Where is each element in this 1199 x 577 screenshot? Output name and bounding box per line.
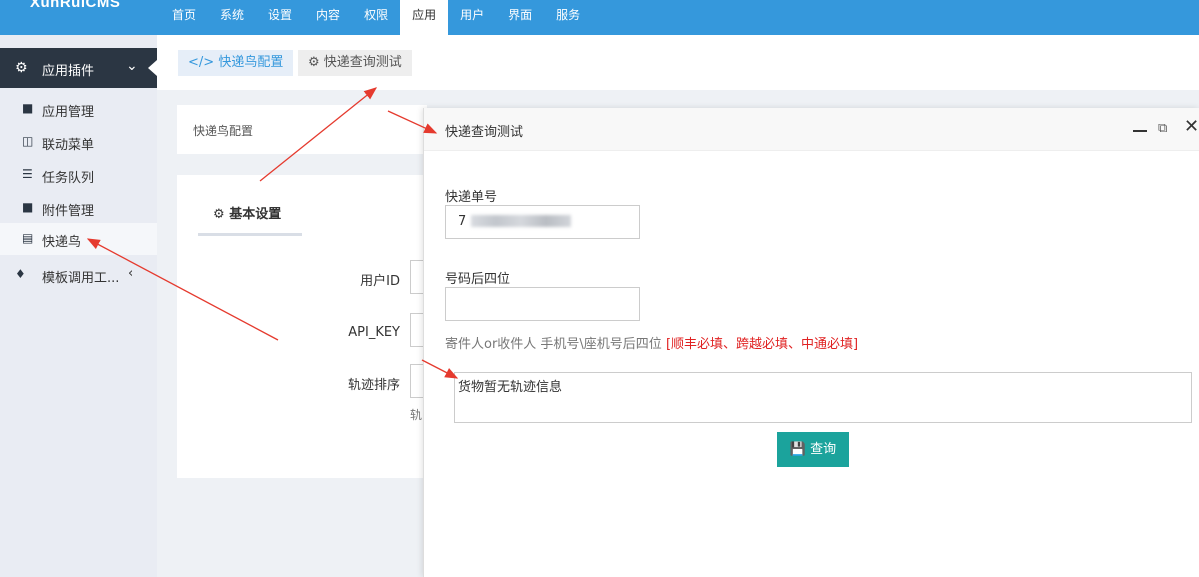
nav-services[interactable]: 服务	[544, 0, 592, 35]
query-button[interactable]: 💾 查询	[777, 432, 849, 467]
sidebar-item-label: 联动菜单	[42, 138, 95, 153]
section-label: 基本设置	[229, 207, 282, 222]
panel-title: 快递鸟配置	[193, 124, 254, 138]
section-title[interactable]: ⚙ 基本设置	[213, 203, 281, 222]
modal-title: 快递查询测试	[445, 125, 524, 140]
result-text: 货物暂无轨迹信息	[458, 380, 563, 395]
redacted-blur	[471, 215, 571, 227]
folder-icon: ■	[22, 200, 34, 214]
result-box[interactable]: 货物暂无轨迹信息	[454, 372, 1192, 423]
nav-interface[interactable]: 界面	[496, 0, 544, 35]
close-icon[interactable]: ✕	[1184, 118, 1199, 136]
tracking-number-label: 快递单号	[445, 190, 498, 205]
gear-icon: ⚙	[213, 207, 225, 222]
top-nav: 首页 系统 设置 内容 权限 应用 用户 界面 服务	[160, 0, 592, 35]
sidebar-item-kdniao[interactable]: ▤ 快递鸟	[0, 223, 157, 255]
save-icon: 💾	[789, 442, 807, 457]
required-carriers: [顺丰必填、跨越必填、中通必填]	[665, 337, 859, 352]
tracking-number-input[interactable]: 7	[445, 205, 640, 239]
code-icon: </>	[188, 55, 215, 70]
phone-hint: 寄件人or收件人 手机号\座机号后四位 [顺丰必填、跨越必填、中通必填]	[445, 333, 858, 352]
chevron-left-icon: ‹	[128, 266, 134, 281]
nav-settings[interactable]: 设置	[256, 0, 304, 35]
phone-last4-input[interactable]	[445, 287, 640, 321]
list-icon: ☰	[22, 167, 33, 181]
table-icon: ▤	[22, 231, 34, 245]
sidebar-item-app-manage[interactable]: ■ 应用管理	[0, 93, 157, 125]
phone-last4-label: 号码后四位	[445, 272, 511, 287]
nav-apps[interactable]: 应用	[400, 0, 449, 35]
tab-kdniao-config[interactable]: </> 快递鸟配置	[178, 50, 294, 76]
sidebar: ⚙ 应用插件 ⌄ ■ 应用管理 ◫ 联动菜单 ☰ 任务队列 ■ 附件管理 ▤ 快…	[0, 35, 157, 577]
tab-label: 快递鸟配置	[218, 55, 284, 70]
sidebar-item-label: 模板调用工...	[42, 271, 120, 286]
folder-icon: ■	[22, 101, 34, 115]
sidebar-group-label: 应用插件	[42, 64, 95, 79]
maximize-icon[interactable]: ⧉	[1158, 122, 1173, 136]
nav-home[interactable]: 首页	[160, 0, 208, 35]
tag-icon: ♦	[15, 267, 26, 281]
sidebar-item-label: 应用管理	[42, 105, 95, 120]
sidebar-item-label: 任务队列	[42, 171, 95, 186]
modal-header: 快递查询测试 ⧉ ✕	[424, 108, 1199, 151]
sidebar-item-attachments[interactable]: ■ 附件管理	[0, 192, 157, 224]
nav-content[interactable]: 内容	[304, 0, 352, 35]
tracking-number-value: 7	[458, 214, 467, 229]
active-notch	[148, 60, 157, 76]
section-underline	[198, 233, 302, 236]
query-button-label: 查询	[810, 442, 837, 457]
phone-hint-text: 寄件人or收件人 手机号\座机号后四位	[445, 337, 666, 352]
sidebar-group-app-plugins[interactable]: ⚙ 应用插件 ⌄	[0, 48, 157, 88]
config-title-panel: 快递鸟配置	[177, 105, 427, 154]
tab-query-test[interactable]: ⚙ 快递查询测试	[298, 50, 412, 76]
nav-system[interactable]: 系统	[208, 0, 256, 35]
puzzle-icon: ⚙	[15, 60, 28, 76]
minimize-icon[interactable]	[1132, 120, 1148, 136]
config-form-panel: ⚙ 基本设置 用户ID API_KEY 轨迹排序 轨	[177, 175, 430, 478]
sidebar-item-label: 快递鸟	[42, 235, 82, 250]
tabs-bar: </> 快递鸟配置 ⚙ 快递查询测试	[157, 35, 1199, 90]
track-sort-hint: 轨	[410, 408, 423, 422]
nav-users[interactable]: 用户	[448, 0, 496, 35]
sidebar-item-task-queue[interactable]: ☰ 任务队列	[0, 159, 157, 191]
field-label-track-sort: 轨迹排序	[347, 378, 400, 393]
sidebar-group-templates[interactable]: ♦ 模板调用工... ‹	[0, 259, 157, 291]
tab-label: 快递查询测试	[323, 55, 402, 70]
columns-icon: ◫	[22, 134, 34, 148]
nav-permissions[interactable]: 权限	[352, 0, 400, 35]
query-test-modal: 快递查询测试 ⧉ ✕ 快递单号 7 号码后四位 寄件人or收件人 手机号\座机号…	[423, 108, 1199, 577]
gear-icon: ⚙	[308, 55, 320, 70]
top-bar: XunRuiCMS 首页 系统 设置 内容 权限 应用 用户 界面 服务	[0, 0, 1199, 35]
field-label-user-id: 用户ID	[360, 274, 400, 289]
sidebar-item-label: 附件管理	[42, 204, 95, 219]
field-label-api-key: API_KEY	[348, 325, 400, 340]
logo: XunRuiCMS	[30, 0, 121, 11]
sidebar-item-linkage-menu[interactable]: ◫ 联动菜单	[0, 126, 157, 158]
chevron-down-icon: ⌄	[126, 58, 138, 74]
